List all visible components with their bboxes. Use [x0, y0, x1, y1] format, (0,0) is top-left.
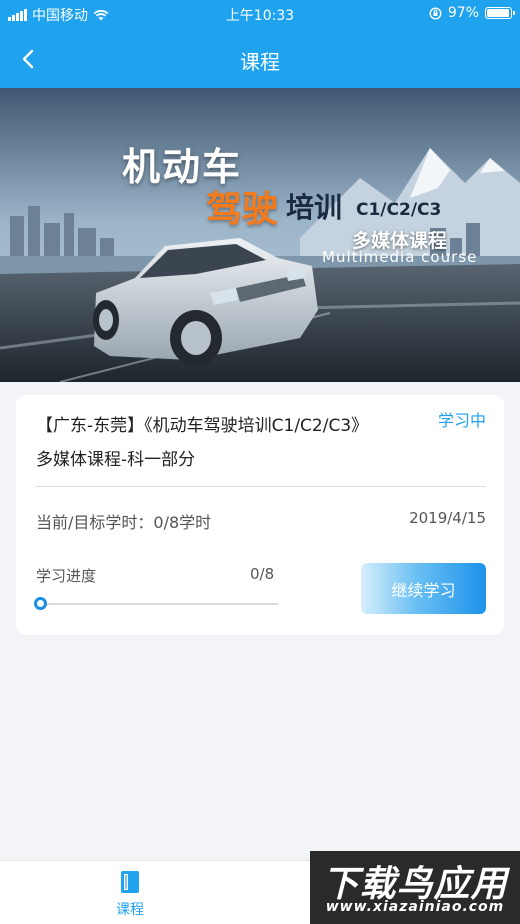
- progress-knob: [34, 597, 47, 610]
- tab-label: 课程: [116, 902, 144, 918]
- status-right: 97%: [429, 5, 515, 21]
- progress-label: 学习进度: [36, 567, 97, 585]
- banner-title-line2: 培训: [286, 191, 343, 224]
- course-card[interactable]: 【广东-东莞】《机动车驾驶培训C1/C2/C3》多媒体课程-科一部分 学习中 当…: [16, 395, 504, 635]
- progress-track: [40, 603, 278, 605]
- battery-percent: 97%: [447, 5, 479, 21]
- orientation-lock-icon: [429, 6, 442, 20]
- book-icon: [121, 871, 139, 893]
- battery-icon: [485, 7, 515, 19]
- watermark-url: www.xiazainiao.com: [325, 899, 505, 915]
- banner-title-highlight: 驾驶: [206, 189, 279, 230]
- tab-courses[interactable]: 课程: [96, 869, 164, 919]
- page-title: 课程: [240, 50, 280, 74]
- banner-license-types: C1/C2/C3: [356, 200, 442, 220]
- banner-subtitle-en: Multimedia course: [322, 248, 478, 266]
- course-banner: 机动车 驾驶 培训 C1/C2/C3 多媒体课程 Multimedia cour…: [0, 88, 520, 382]
- status-badge: 学习中: [437, 411, 486, 430]
- course-title: 【广东-东莞】《机动车驾驶培训C1/C2/C3》多媒体课程-科一部分: [36, 416, 360, 470]
- status-bar: 中国移动 上午10:33 97%: [0, 0, 520, 28]
- continue-study-button[interactable]: 继续学习: [361, 563, 486, 614]
- course-date: 2019/4/15: [409, 509, 486, 527]
- progress-value: 0/8: [250, 565, 275, 583]
- study-hours: 当前/目标学时：0/8学时: [36, 513, 212, 532]
- navbar: 课程: [0, 28, 520, 88]
- watermark-logo: 下载鸟应用 www.xiazainiao.com: [310, 851, 520, 924]
- divider: [36, 486, 486, 487]
